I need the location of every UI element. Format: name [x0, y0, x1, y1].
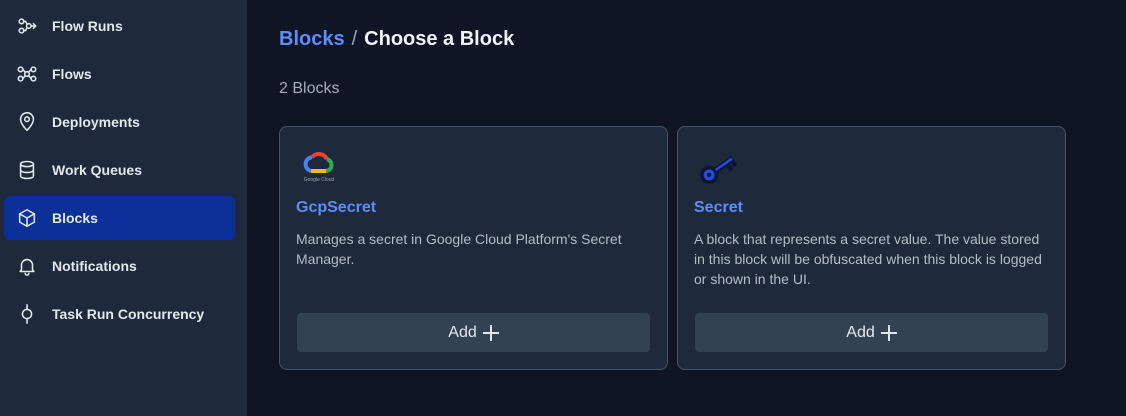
- main-content: Blocks / Choose a Block 2 Blocks Google …: [247, 0, 1126, 416]
- sidebar-item-deployments[interactable]: Deployments: [4, 100, 235, 144]
- plus-icon: [482, 324, 499, 341]
- google-cloud-logo: Google Cloud: [297, 147, 341, 187]
- sidebar: Flow Runs Flows Deployments Work Queues …: [0, 0, 247, 416]
- bell-icon: [16, 255, 38, 277]
- sidebar-item-label: Deployments: [52, 114, 140, 130]
- sidebar-item-label: Notifications: [52, 258, 137, 274]
- sidebar-item-notifications[interactable]: Notifications: [4, 244, 235, 288]
- sidebar-item-work-queues[interactable]: Work Queues: [4, 148, 235, 192]
- key-logo: [695, 147, 739, 187]
- sidebar-item-task-run-concurrency[interactable]: Task Run Concurrency: [4, 292, 235, 336]
- flow-runs-icon: [16, 15, 38, 37]
- logo-caption: Google Cloud: [303, 177, 335, 183]
- sidebar-item-label: Flow Runs: [52, 18, 123, 34]
- breadcrumb: Blocks / Choose a Block: [279, 28, 1094, 54]
- add-button-label: Add: [846, 323, 875, 341]
- concurrency-icon: [16, 303, 38, 325]
- block-title[interactable]: GcpSecret: [296, 199, 376, 217]
- flows-icon: [16, 63, 38, 85]
- page-title: Choose a Block: [364, 28, 515, 50]
- blocks-count: 2 Blocks: [279, 80, 340, 97]
- block-card-secret: Secret A block that represents a secret …: [677, 126, 1066, 370]
- sidebar-item-flows[interactable]: Flows: [4, 52, 235, 96]
- add-button-label: Add: [448, 323, 477, 341]
- add-secret-button[interactable]: Add: [694, 312, 1049, 353]
- block-description: A block that represents a secret value. …: [694, 231, 1042, 287]
- cube-icon: [16, 207, 38, 229]
- breadcrumb-blocks-link[interactable]: Blocks: [279, 28, 345, 51]
- plus-icon: [880, 324, 897, 341]
- block-description: Manages a secret in Google Cloud Platfor…: [296, 231, 622, 267]
- sidebar-item-flow-runs[interactable]: Flow Runs: [4, 4, 235, 48]
- location-pin-icon: [16, 111, 38, 133]
- app: Flow Runs Flows Deployments Work Queues …: [0, 0, 1126, 416]
- breadcrumb-separator: /: [351, 28, 358, 50]
- sidebar-item-label: Flows: [52, 66, 92, 82]
- add-gcpsecret-button[interactable]: Add: [296, 312, 651, 353]
- sidebar-item-blocks[interactable]: Blocks: [4, 196, 235, 240]
- block-cards: Google Cloud GcpSecret Manages a secret …: [279, 126, 1094, 370]
- database-icon: [16, 159, 38, 181]
- sidebar-item-label: Work Queues: [52, 162, 142, 178]
- sidebar-item-label: Task Run Concurrency: [52, 306, 205, 322]
- sidebar-item-label: Blocks: [52, 210, 98, 226]
- block-title[interactable]: Secret: [694, 199, 743, 217]
- block-card-gcpsecret: Google Cloud GcpSecret Manages a secret …: [279, 126, 668, 370]
